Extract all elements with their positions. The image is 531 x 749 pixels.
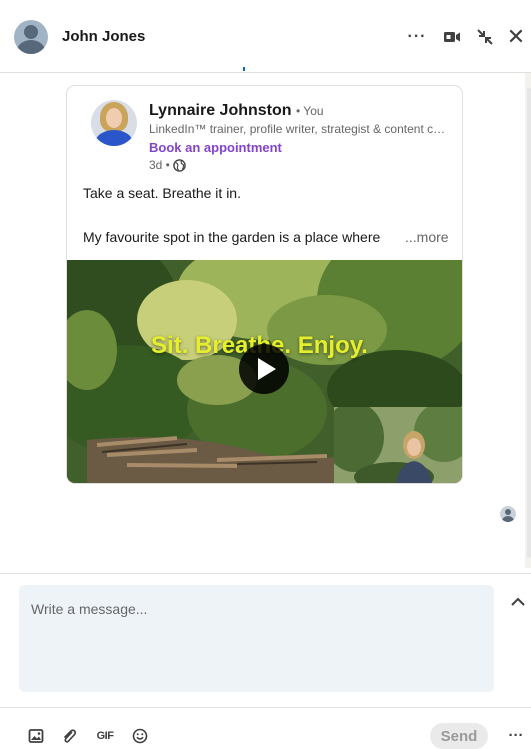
receipt-body	[502, 516, 514, 522]
avatar-torso	[95, 130, 133, 146]
ellipsis-icon: ···	[508, 726, 524, 744]
post-author-headline: LinkedIn™ trainer, profile writer, strat…	[149, 122, 449, 136]
author-you-label: • You	[295, 104, 324, 118]
message-list[interactable]: Lynnaire Johnston • You LinkedIn™ traine…	[0, 67, 531, 573]
collapse-arrows-icon	[477, 29, 493, 45]
play-button[interactable]	[239, 344, 289, 394]
conversation-header: John Jones ··· ✕	[0, 0, 531, 73]
close-icon: ✕	[506, 24, 526, 49]
footer-divider	[0, 707, 531, 708]
image-icon	[28, 729, 44, 743]
presenter-thumbnail	[334, 407, 462, 483]
shared-post-card[interactable]: Lynnaire Johnston • You LinkedIn™ traine…	[66, 85, 463, 484]
emoji-icon	[132, 728, 148, 744]
see-more-link[interactable]: ...more	[405, 229, 449, 245]
avatar-body	[17, 40, 45, 54]
attach-file-button[interactable]	[59, 724, 79, 748]
compose-options-button[interactable]: ···	[505, 724, 527, 746]
scroll-indicator	[243, 67, 245, 71]
book-appointment-link[interactable]: Book an appointment	[149, 140, 282, 155]
emoji-button[interactable]	[130, 724, 150, 748]
scrollbar[interactable]	[525, 73, 531, 568]
contact-avatar[interactable]	[14, 20, 48, 54]
post-text-line-2: My favourite spot in the garden is a pla…	[83, 229, 381, 245]
gif-button[interactable]: GIF	[93, 724, 117, 748]
author-name-text[interactable]: Lynnaire Johnston	[149, 102, 292, 119]
gif-label: GIF	[96, 730, 114, 742]
read-receipt-avatar	[500, 506, 516, 522]
send-button[interactable]: Send	[430, 723, 488, 749]
post-author-avatar[interactable]	[91, 100, 137, 146]
ellipsis-icon: ···	[407, 28, 427, 45]
post-text-line-1: Take a seat. Breathe it in.	[83, 185, 241, 201]
expand-compose-button[interactable]	[508, 592, 528, 612]
video-call-button[interactable]	[441, 24, 463, 50]
attach-image-button[interactable]	[26, 724, 46, 748]
minimize-button[interactable]	[474, 24, 496, 50]
chevron-up-icon	[511, 597, 525, 606]
contact-name[interactable]: John Jones	[62, 28, 145, 45]
close-button[interactable]: ✕	[505, 24, 527, 50]
video-call-icon	[444, 32, 460, 42]
post-video[interactable]: Sit. Breathe. Enjoy.	[67, 260, 462, 483]
post-timestamp: 3d •	[149, 158, 186, 172]
post-author-name[interactable]: Lynnaire Johnston • You	[149, 102, 324, 120]
receipt-head	[505, 509, 511, 515]
presenter-image	[334, 407, 462, 483]
post-time-text: 3d •	[149, 158, 170, 172]
more-options-button[interactable]: ···	[406, 24, 428, 50]
scrollbar-thumb[interactable]	[527, 88, 531, 558]
paperclip-icon	[63, 729, 77, 743]
compose-divider	[0, 573, 531, 574]
message-compose-box[interactable]	[19, 585, 494, 692]
globe-icon	[173, 158, 186, 172]
avatar-head	[24, 25, 38, 39]
message-input[interactable]	[31, 601, 482, 676]
avatar-face	[106, 108, 122, 128]
